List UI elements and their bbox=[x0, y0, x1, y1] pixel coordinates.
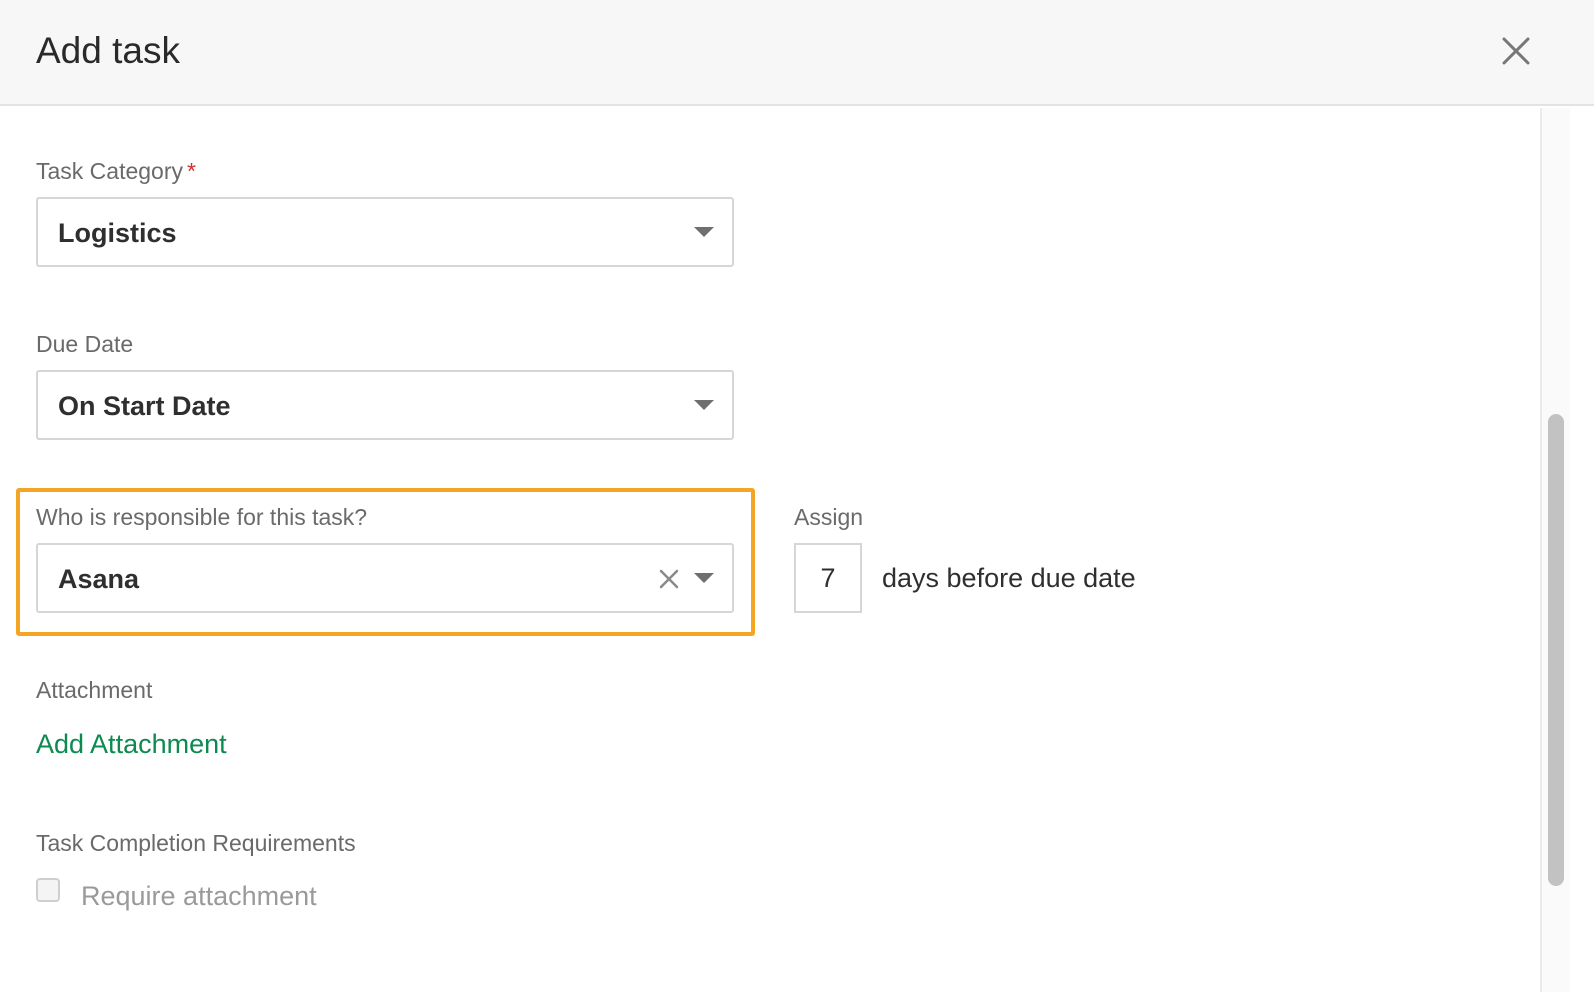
task-category-label: Task Category * bbox=[36, 156, 196, 186]
task-category-value: Logistics bbox=[58, 218, 177, 248]
assign-days-suffix: days before due date bbox=[882, 563, 1136, 593]
require-attachment-label[interactable]: Require attachment bbox=[81, 880, 317, 912]
chevron-down-icon bbox=[694, 400, 714, 410]
responsible-value: Asana bbox=[58, 564, 140, 594]
modal-title: Add task bbox=[36, 30, 180, 71]
close-icon[interactable] bbox=[1496, 31, 1536, 71]
assign-days-input[interactable]: 7 bbox=[794, 543, 862, 613]
completion-requirements-label: Task Completion Requirements bbox=[36, 830, 356, 856]
due-date-value: On Start Date bbox=[58, 391, 231, 421]
due-date-label: Due Date bbox=[36, 331, 134, 357]
task-category-label-text: Task Category bbox=[36, 158, 184, 184]
task-category-select[interactable]: Logistics bbox=[36, 197, 734, 267]
chevron-down-icon bbox=[694, 573, 714, 583]
responsible-select[interactable]: Asana bbox=[36, 543, 734, 613]
assign-label: Assign bbox=[794, 504, 864, 530]
add-attachment-link[interactable]: Add Attachment bbox=[36, 727, 227, 761]
clear-x-icon[interactable] bbox=[658, 568, 680, 590]
scrollbar-thumb[interactable] bbox=[1548, 414, 1564, 886]
required-marker: * bbox=[187, 158, 196, 184]
attachment-label: Attachment bbox=[36, 677, 153, 703]
modal-header: Add task bbox=[0, 0, 1594, 106]
due-date-select[interactable]: On Start Date bbox=[36, 370, 734, 440]
add-task-modal: Add task Task Category * Logistics Due Da… bbox=[0, 0, 1594, 992]
require-attachment-checkbox[interactable] bbox=[36, 878, 60, 902]
responsible-label: Who is responsible for this task? bbox=[36, 504, 368, 530]
chevron-down-icon bbox=[694, 227, 714, 237]
